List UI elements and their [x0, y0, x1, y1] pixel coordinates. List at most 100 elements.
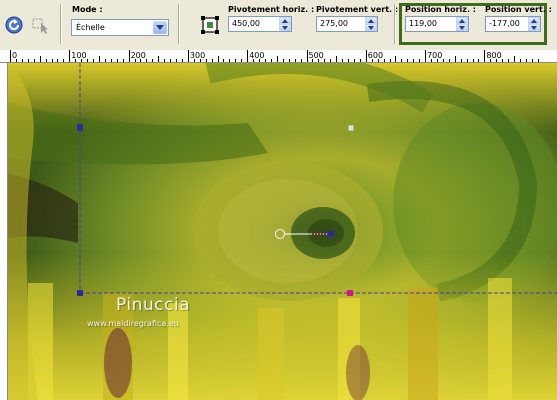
ruler-minor-tick: [282, 59, 284, 62]
ruler-major-tick: [484, 50, 486, 62]
pos-v-input[interactable]: -177,00: [485, 16, 541, 32]
ruler-minor-tick: [152, 59, 154, 62]
pos-v-label: Position vert. :: [485, 5, 552, 14]
ruler-minor-tick: [519, 59, 521, 62]
ruler-minor-tick: [436, 59, 438, 62]
spin-up-icon[interactable]: [528, 17, 540, 24]
ruler-label: 400: [249, 51, 265, 60]
ruler-minor-tick: [193, 59, 195, 62]
tool-options-toolbar: Mode : Échelle Pivotement horiz. : 450,0…: [0, 0, 557, 49]
ruler-minor-tick: [223, 59, 225, 62]
ruler-minor-tick: [496, 59, 498, 62]
ruler-minor-tick: [241, 59, 243, 62]
ruler-minor-tick: [431, 59, 433, 62]
pick-tool-button[interactable]: [200, 15, 222, 37]
ruler-major-tick: [247, 50, 249, 62]
ruler-major-tick: [187, 50, 189, 62]
chevron-down-icon[interactable]: [153, 21, 167, 34]
rotation-handle-line: [285, 233, 330, 235]
ruler-minor-tick: [383, 59, 385, 62]
ruler-minor-tick: [490, 59, 492, 62]
ruler-minor-tick: [253, 59, 255, 62]
ruler-minor-tick: [294, 59, 296, 62]
mode-select[interactable]: Échelle: [71, 19, 169, 36]
ruler-minor-tick: [211, 59, 213, 62]
watermark-url: www.maidiregrafica.eu: [87, 319, 179, 328]
ruler-minor-tick: [27, 59, 29, 62]
ruler-minor-tick: [460, 59, 462, 62]
ruler-minor-tick: [110, 59, 112, 62]
ruler-major-tick: [365, 50, 367, 62]
ruler-minor-tick: [454, 56, 456, 62]
ruler-minor-tick: [45, 59, 47, 62]
ruler-minor-tick: [176, 59, 178, 62]
spin-up-icon[interactable]: [456, 17, 468, 24]
ruler-label: 600: [367, 51, 384, 60]
toolbar-separator: [178, 4, 180, 44]
ruler-minor-tick: [93, 59, 95, 62]
ruler-minor-tick: [502, 59, 504, 62]
ruler-minor-tick: [442, 59, 444, 62]
pivot-v-stepper[interactable]: [365, 17, 377, 31]
ruler-minor-tick: [158, 56, 160, 62]
watermark-name: Pinuccia: [116, 295, 190, 315]
pivot-h-stepper[interactable]: [279, 17, 291, 31]
move-tool-button[interactable]: [30, 14, 52, 36]
spin-down-icon[interactable]: [456, 24, 468, 31]
ruler-minor-tick: [217, 56, 219, 62]
ruler-minor-tick: [312, 59, 314, 62]
ruler-minor-tick: [75, 59, 77, 62]
reset-button[interactable]: [3, 14, 25, 36]
horizontal-ruler: 0 100 200 300 400 500 600 700 800: [0, 50, 557, 63]
ruler-major-tick: [10, 50, 11, 62]
pivot-h-label: Pivotement horiz. :: [228, 5, 315, 14]
ruler-minor-tick: [395, 56, 397, 62]
ruler-minor-tick: [448, 59, 450, 62]
ruler-minor-tick: [413, 59, 415, 62]
ruler-minor-tick: [508, 59, 510, 62]
ruler-minor-tick: [229, 59, 231, 62]
ruler-minor-tick: [205, 59, 207, 62]
ruler-minor-tick: [537, 59, 539, 62]
ruler-minor-tick: [359, 59, 361, 62]
pivot-h-value: 450,00: [232, 19, 260, 28]
vertical-ruler: [0, 63, 8, 400]
spin-up-icon[interactable]: [279, 17, 291, 24]
ruler-minor-tick: [472, 59, 474, 62]
mode-label: Mode :: [72, 5, 103, 14]
mode-select-value: Échelle: [76, 23, 105, 32]
ruler-label: 500: [308, 51, 324, 60]
ruler-label: 800: [486, 51, 502, 60]
ruler-minor-tick: [264, 59, 266, 62]
pos-v-stepper[interactable]: [528, 17, 540, 31]
ruler-label: 300: [189, 51, 206, 60]
deform-frame: [8, 63, 557, 400]
ruler-major-tick: [425, 50, 427, 62]
ruler-major-tick: [69, 50, 71, 62]
pivot-v-input[interactable]: 275,00: [316, 16, 378, 32]
ruler-minor-tick: [371, 59, 373, 62]
ruler-minor-tick: [33, 59, 35, 62]
pos-h-input[interactable]: 119,00: [405, 16, 469, 32]
ruler-minor-tick: [116, 59, 118, 62]
pivot-h-input[interactable]: 450,00: [228, 16, 292, 32]
ruler-minor-tick: [21, 59, 23, 62]
ruler-minor-tick: [122, 59, 124, 62]
spin-up-icon[interactable]: [365, 17, 377, 24]
ruler-minor-tick: [348, 59, 349, 62]
pivot-v-value: 275,00: [320, 19, 348, 28]
ruler-minor-tick: [63, 59, 65, 62]
ruler-label: 700: [427, 51, 443, 60]
spin-down-icon[interactable]: [279, 24, 291, 31]
ruler-minor-tick: [98, 56, 100, 62]
ruler-minor-tick: [235, 59, 237, 62]
spin-down-icon[interactable]: [528, 24, 540, 31]
ruler-minor-tick: [466, 59, 468, 62]
rotation-handle[interactable]: [328, 231, 334, 237]
pos-h-value: 119,00: [409, 19, 437, 28]
spin-down-icon[interactable]: [365, 24, 377, 31]
pos-h-label: Position horiz. :: [405, 5, 476, 14]
ruler-minor-tick: [81, 59, 83, 62]
image-canvas[interactable]: Pinuccia www.maidiregrafica.eu: [8, 63, 557, 400]
pos-h-stepper[interactable]: [456, 17, 468, 31]
